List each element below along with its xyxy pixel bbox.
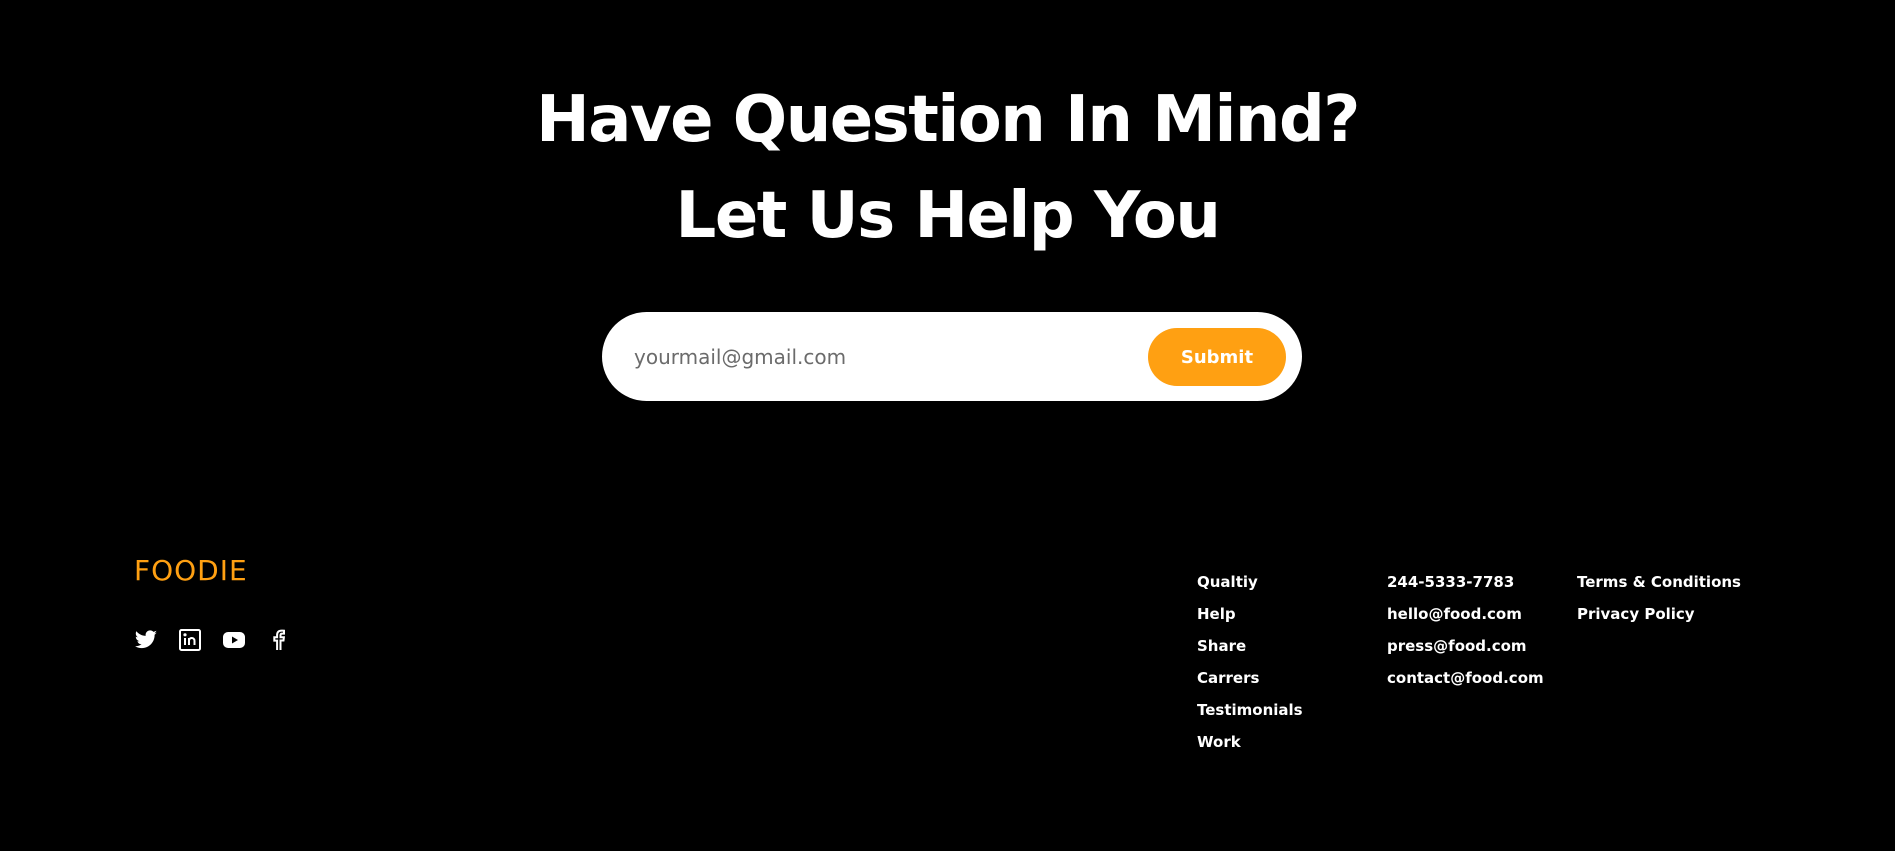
facebook-icon[interactable] — [266, 628, 290, 652]
footer-link-privacy[interactable]: Privacy Policy — [1577, 598, 1741, 630]
youtube-icon[interactable] — [222, 628, 246, 652]
hero-title-line-2: Let Us Help You — [675, 179, 1221, 253]
contact-phone[interactable]: 244-5333-7783 — [1387, 566, 1544, 598]
footer-link-terms[interactable]: Terms & Conditions — [1577, 566, 1741, 598]
contact-email-hello[interactable]: hello@food.com — [1387, 598, 1544, 630]
subscribe-form: Submit — [602, 312, 1302, 401]
social-links — [134, 628, 290, 652]
footer-legal: Terms & Conditions Privacy Policy — [1577, 566, 1741, 630]
footer-contacts: 244-5333-7783 hello@food.com press@food.… — [1387, 566, 1544, 694]
hero: Have Question In Mind? Let Us Help You — [0, 72, 1895, 264]
footer-link-help[interactable]: Help — [1197, 598, 1303, 630]
email-input[interactable] — [632, 334, 1116, 380]
contact-email-contact[interactable]: contact@food.com — [1387, 662, 1544, 694]
footer-link-share[interactable]: Share — [1197, 630, 1303, 662]
contact-email-press[interactable]: press@food.com — [1387, 630, 1544, 662]
hero-title-line-1: Have Question In Mind? — [536, 83, 1360, 157]
footer-link-quality[interactable]: Qualtiy — [1197, 566, 1303, 598]
brand-logo[interactable]: FOODIE — [134, 554, 248, 587]
page: Have Question In Mind? Let Us Help You S… — [0, 0, 1895, 851]
twitter-icon[interactable] — [134, 628, 158, 652]
footer-link-testimonials[interactable]: Testimonials — [1197, 694, 1303, 726]
submit-button[interactable]: Submit — [1148, 328, 1286, 386]
footer-link-work[interactable]: Work — [1197, 726, 1303, 758]
footer-links: Qualtiy Help Share Carrers Testimonials … — [1197, 566, 1303, 758]
linkedin-icon[interactable] — [178, 628, 202, 652]
footer-link-careers[interactable]: Carrers — [1197, 662, 1303, 694]
